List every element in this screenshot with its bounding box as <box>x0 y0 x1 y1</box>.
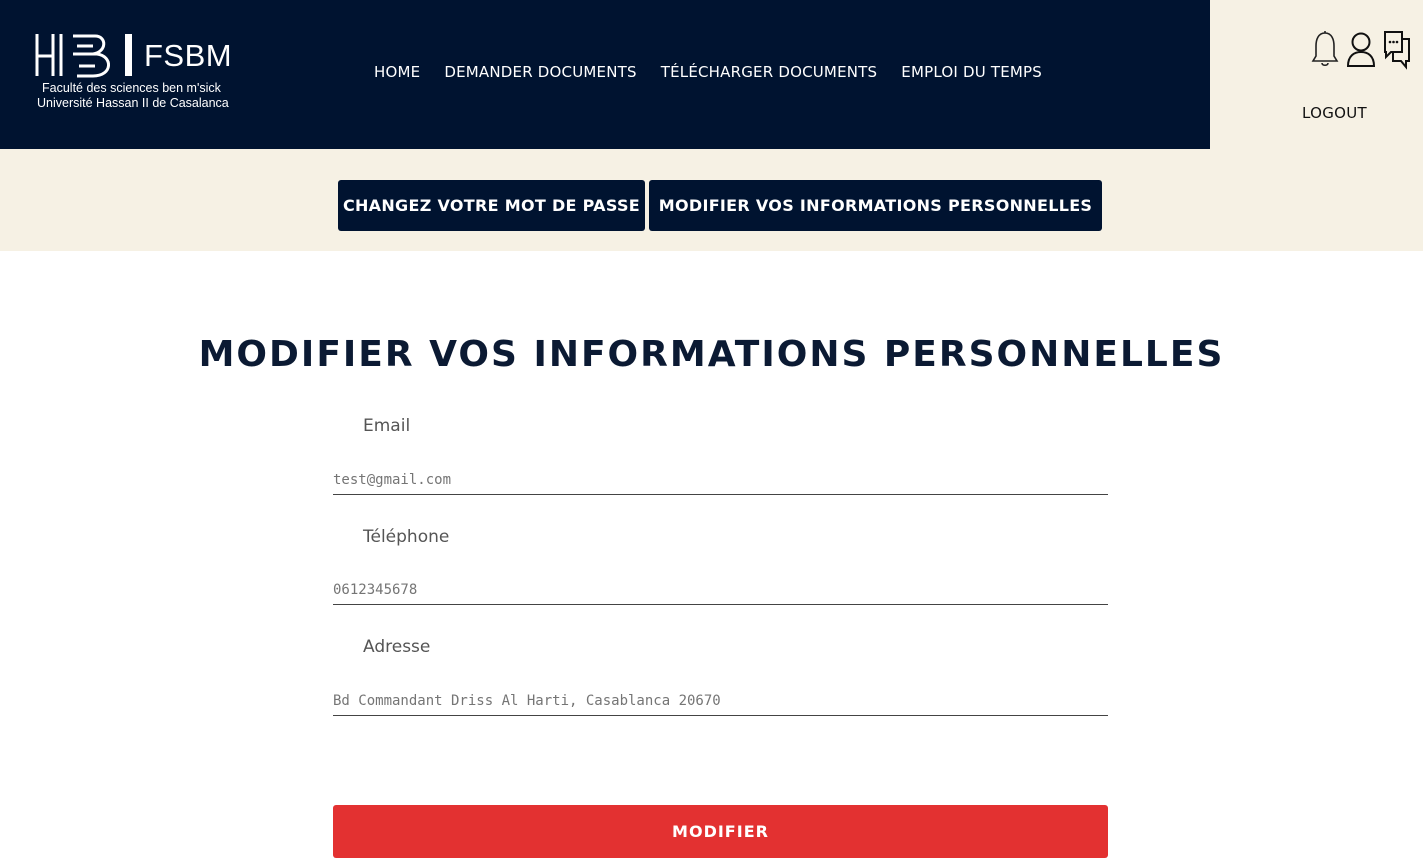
logo-acronym: FSBM <box>144 38 233 73</box>
main-nav: HOME DEMANDER DOCUMENTS TÉLÉCHARGER DOCU… <box>374 63 1066 81</box>
user-panel <box>1210 0 1423 149</box>
email-field[interactable] <box>333 465 1108 495</box>
nav-telecharger-documents[interactable]: TÉLÉCHARGER DOCUMENTS <box>661 63 878 81</box>
phone-field[interactable] <box>333 575 1108 605</box>
nav-demander-documents[interactable]: DEMANDER DOCUMENTS <box>444 63 636 81</box>
bell-icon[interactable] <box>1311 30 1339 68</box>
chat-icon[interactable] <box>1382 29 1412 71</box>
email-label: Email <box>363 416 411 436</box>
address-field[interactable] <box>333 686 1108 716</box>
phone-label: Téléphone <box>363 527 450 547</box>
change-password-tab[interactable]: CHANGEZ VOTRE MOT DE PASSE <box>338 180 645 231</box>
edit-personal-info-tab[interactable]: MODIFIER VOS INFORMATIONS PERSONNELLES <box>649 180 1102 231</box>
logo-faculty-name: Faculté des sciences ben m'sick <box>42 81 221 95</box>
logo-emblem-icon <box>35 34 132 78</box>
logo-university-name: Université Hassan II de Casalanca <box>37 96 229 110</box>
nav-emploi-du-temps[interactable]: EMPLOI DU TEMPS <box>901 63 1042 81</box>
address-label: Adresse <box>363 637 431 657</box>
logout-link[interactable]: LOGOUT <box>1302 104 1367 122</box>
modify-submit-button[interactable]: MODIFIER <box>333 805 1108 858</box>
fsbm-logo[interactable]: FSBM Faculté des sciences ben m'sick Uni… <box>33 32 232 112</box>
user-icon[interactable] <box>1346 31 1376 68</box>
nav-home[interactable]: HOME <box>374 63 420 81</box>
page-title: MODIFIER VOS INFORMATIONS PERSONNELLES <box>198 334 1225 375</box>
